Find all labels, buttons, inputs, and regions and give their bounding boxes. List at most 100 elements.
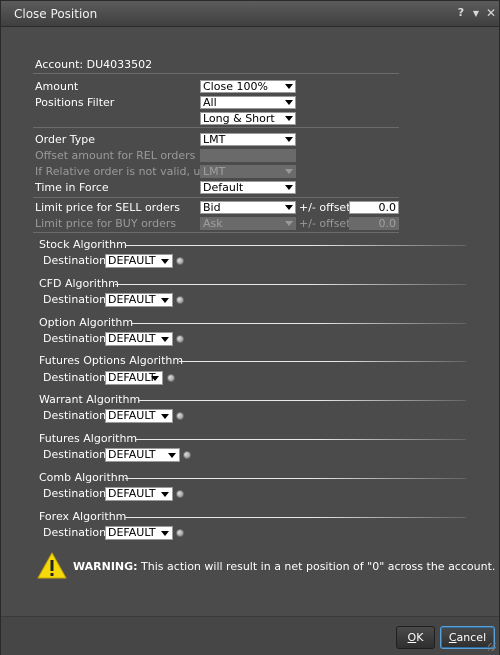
cancel-label: ancel bbox=[456, 631, 487, 644]
amount-value: Close 100% bbox=[203, 80, 268, 93]
chevron-down-icon bbox=[285, 116, 293, 121]
limit-buy-select: Ask bbox=[200, 217, 296, 230]
comb-algorithm-title: Comb Algorithm bbox=[39, 471, 129, 484]
chevron-down-icon bbox=[161, 259, 169, 264]
info-circle-icon[interactable] bbox=[176, 257, 184, 265]
stock-destination-value: DEFAULT bbox=[108, 254, 156, 267]
warning-message: WARNING: This action will result in a ne… bbox=[73, 560, 495, 573]
divider bbox=[33, 232, 399, 233]
cfd-algorithm-title: CFD Algorithm bbox=[39, 277, 119, 290]
limit-buy-offset-input: 0.0 bbox=[349, 217, 399, 230]
forex-algorithm-title: Forex Algorithm bbox=[39, 510, 127, 523]
warrant-destination-label: Destination bbox=[43, 409, 107, 422]
limit-sell-offset-input[interactable]: 0.0 bbox=[349, 201, 399, 214]
time-in-force-value: Default bbox=[203, 181, 244, 194]
cfd-destination-select[interactable]: DEFAULT bbox=[105, 293, 173, 307]
futures-algorithm-title: Futures Algorithm bbox=[39, 432, 138, 445]
info-circle-icon[interactable] bbox=[167, 374, 175, 382]
amount-label: Amount bbox=[35, 80, 79, 93]
option-destination-value: DEFAULT bbox=[108, 332, 156, 345]
limit-sell-offset-label: +/- offset bbox=[299, 201, 351, 214]
chevron-down-icon bbox=[285, 100, 293, 105]
positions-filter-select[interactable]: All bbox=[200, 96, 296, 109]
futures-destination-select[interactable]: DEFAULT bbox=[105, 448, 180, 462]
chevron-down-icon bbox=[161, 337, 169, 342]
limit-buy-label: Limit price for BUY orders bbox=[35, 217, 177, 230]
order-type-label: Order Type bbox=[35, 133, 96, 146]
divider bbox=[33, 73, 399, 74]
section-rule bbox=[179, 361, 466, 362]
close-position-dialog: Close Position ? ▼ ✕ Account: DU4033502 … bbox=[0, 0, 500, 655]
offset-rel-input bbox=[200, 149, 296, 162]
time-in-force-label: Time in Force bbox=[35, 181, 109, 194]
cfd-destination-value: DEFAULT bbox=[108, 293, 156, 306]
ok-button[interactable]: OK bbox=[396, 626, 435, 649]
order-type-value: LMT bbox=[203, 133, 226, 146]
warrant-destination-select[interactable]: DEFAULT bbox=[105, 409, 173, 423]
chevron-down-icon bbox=[285, 221, 293, 226]
forex-destination-value: DEFAULT bbox=[108, 526, 156, 539]
divider bbox=[33, 197, 399, 198]
option-destination-label: Destination bbox=[43, 332, 107, 345]
info-circle-icon[interactable] bbox=[176, 335, 184, 343]
limit-sell-value: Bid bbox=[203, 201, 221, 214]
limit-sell-select[interactable]: Bid bbox=[200, 201, 296, 214]
section-rule bbox=[135, 439, 466, 440]
forex-destination-label: Destination bbox=[43, 526, 107, 539]
chevron-down-icon bbox=[285, 137, 293, 142]
section-rule bbox=[125, 478, 466, 479]
stock-algorithm-title: Stock Algorithm bbox=[39, 238, 127, 251]
relative-invalid-select: LMT bbox=[200, 165, 296, 178]
divider bbox=[33, 127, 399, 128]
limit-buy-value: Ask bbox=[203, 217, 223, 230]
forex-destination-select[interactable]: DEFAULT bbox=[105, 526, 173, 540]
chevron-down-icon bbox=[161, 414, 169, 419]
position-side-select[interactable]: Long & Short bbox=[200, 112, 296, 125]
section-rule bbox=[126, 245, 466, 246]
amount-select[interactable]: Close 100% bbox=[200, 80, 296, 93]
comb-destination-select[interactable]: DEFAULT bbox=[105, 487, 173, 501]
close-icon[interactable]: ✕ bbox=[484, 6, 498, 20]
futures-options-destination-label: Destination bbox=[43, 371, 107, 384]
warning-prefix: WARNING: bbox=[73, 560, 138, 573]
chevron-down-icon bbox=[285, 169, 293, 174]
info-circle-icon[interactable] bbox=[183, 451, 191, 459]
window-title: Close Position bbox=[14, 7, 98, 21]
chevron-down-icon bbox=[168, 453, 176, 458]
limit-sell-label: Limit price for SELL orders bbox=[35, 201, 181, 214]
chevron-down-icon bbox=[285, 185, 293, 190]
info-circle-icon[interactable] bbox=[176, 296, 184, 304]
comb-destination-value: DEFAULT bbox=[108, 487, 156, 500]
order-type-select[interactable]: LMT bbox=[200, 133, 296, 146]
info-circle-icon[interactable] bbox=[176, 490, 184, 498]
chevron-down-icon bbox=[161, 531, 169, 536]
positions-filter-label: Positions Filter bbox=[35, 96, 115, 109]
warning-body: This action will result in a net positio… bbox=[137, 560, 496, 573]
option-destination-select[interactable]: DEFAULT bbox=[105, 332, 173, 346]
stock-destination-select[interactable]: DEFAULT bbox=[105, 254, 173, 268]
chevron-down-icon bbox=[285, 205, 293, 210]
cancel-button[interactable]: Cancel bbox=[440, 626, 495, 649]
time-in-force-select[interactable]: Default bbox=[200, 181, 296, 194]
info-circle-icon[interactable] bbox=[176, 412, 184, 420]
info-circle-icon[interactable] bbox=[176, 529, 184, 537]
ok-label: K bbox=[416, 631, 424, 644]
positions-filter-value: All bbox=[203, 96, 217, 109]
warrant-destination-value: DEFAULT bbox=[108, 409, 156, 422]
futures-options-destination-select[interactable]: DEFAULT bbox=[105, 371, 163, 385]
section-rule bbox=[131, 323, 466, 324]
chevron-down-icon bbox=[151, 376, 159, 381]
title-bar[interactable]: Close Position ? ▼ ✕ bbox=[1, 1, 499, 27]
option-algorithm-title: Option Algorithm bbox=[39, 316, 134, 329]
section-rule bbox=[115, 284, 466, 285]
minimize-icon[interactable]: ▼ bbox=[469, 9, 483, 18]
futures-options-destination-value: DEFAULT bbox=[108, 371, 156, 384]
position-side-value: Long & Short bbox=[203, 112, 275, 125]
account-label: Account: DU4033502 bbox=[35, 58, 153, 71]
help-icon[interactable]: ? bbox=[454, 6, 468, 19]
section-rule bbox=[138, 400, 466, 401]
resize-grip-icon[interactable] bbox=[488, 643, 496, 651]
chevron-down-icon bbox=[285, 84, 293, 89]
chevron-down-icon bbox=[161, 492, 169, 497]
cancel-mnemonic: C bbox=[448, 631, 457, 644]
